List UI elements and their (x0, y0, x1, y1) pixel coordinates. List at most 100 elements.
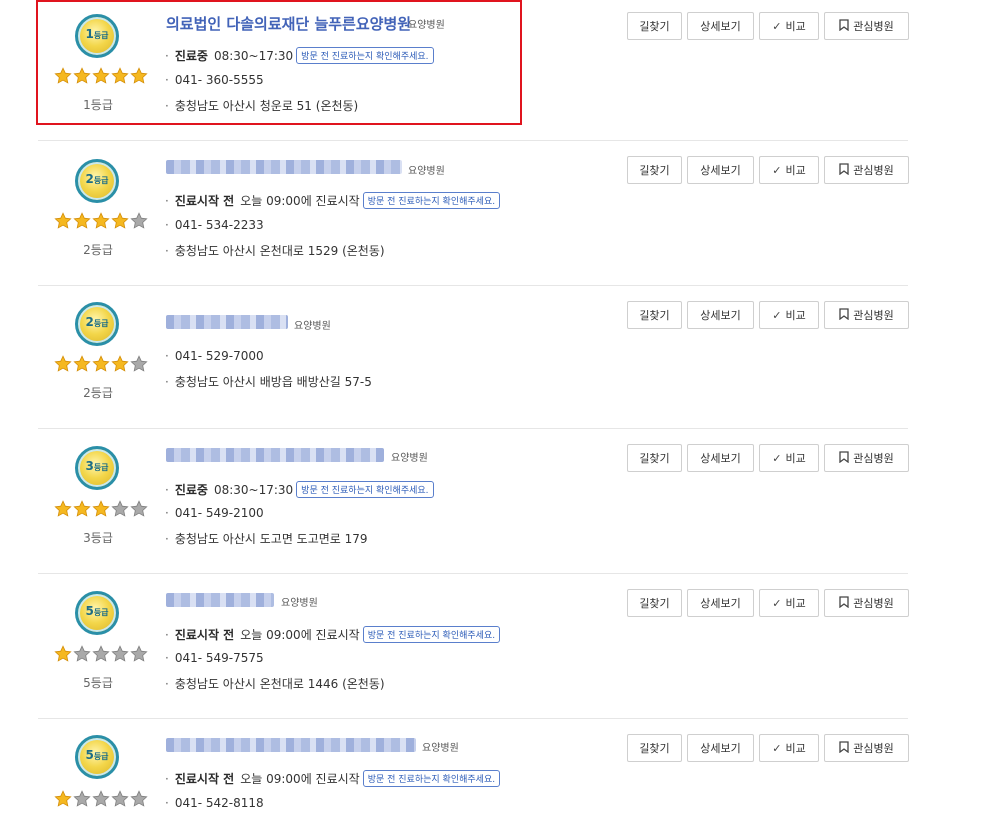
details-button[interactable]: 상세보기 (687, 12, 754, 40)
list-item: 1등급 1등급 의료법인 다솔의료재단 늘푸른요양병원 요양병원 · 진료중 08:… (38, 0, 909, 140)
hours-line: · 진료중 08:30~17:30 방문 전 진료하는지 확인해주세요. (165, 481, 434, 498)
compare-button[interactable]: ✓ 비교 (759, 734, 819, 762)
directions-button[interactable]: 길찾기 (627, 301, 682, 329)
action-buttons: 길찾기 상세보기 ✓ 비교 관심병원 (627, 589, 909, 617)
hours-text: 08:30~17:30 (213, 49, 294, 63)
address-line: · 충청남도 아산시 온천대로 1446 (온천동) (165, 677, 385, 691)
divider (38, 428, 908, 429)
details-button[interactable]: 상세보기 (687, 444, 754, 472)
bookmark-icon (839, 740, 849, 756)
check-icon: ✓ (772, 451, 782, 465)
star-filled-icon (111, 355, 129, 373)
favorite-button[interactable]: 관심병원 (824, 444, 909, 472)
address-text: 충청남도 아산시 도고면 도고면로 179 (174, 532, 368, 546)
hospital-name-redacted[interactable] (166, 160, 402, 174)
grade-label: 2등급 (83, 243, 113, 257)
address-text: 충청남도 아산시 온천대로 1446 (온천동) (174, 677, 385, 691)
star-empty-icon (73, 645, 91, 663)
phone-line: · 041- 534-2233 (165, 218, 264, 232)
star-empty-icon (130, 790, 148, 808)
details-button[interactable]: 상세보기 (687, 156, 754, 184)
directions-button[interactable]: 길찾기 (627, 12, 682, 40)
star-filled-icon (54, 790, 72, 808)
hospital-name-redacted[interactable] (166, 315, 288, 329)
check-icon: ✓ (772, 163, 782, 177)
phone-line: · 041- 549-7575 (165, 651, 264, 665)
divider (38, 140, 908, 141)
rating-stars (54, 500, 148, 518)
compare-button[interactable]: ✓ 비교 (759, 589, 819, 617)
star-empty-icon (111, 645, 129, 663)
favorite-button[interactable]: 관심병원 (824, 589, 909, 617)
favorite-button[interactable]: 관심병원 (824, 12, 909, 40)
check-icon: ✓ (772, 308, 782, 322)
phone-text: 041- 549-7575 (174, 651, 264, 665)
grade-label: 3등급 (83, 531, 113, 545)
notice-badge: 방문 전 진료하는지 확인해주세요. (296, 481, 434, 498)
details-button[interactable]: 상세보기 (687, 734, 754, 762)
compare-button[interactable]: ✓ 비교 (759, 156, 819, 184)
bookmark-icon (839, 18, 849, 34)
grade-medal-icon: 1등급 (75, 14, 119, 58)
grade-medal-icon: 2등급 (75, 159, 119, 203)
rating-stars (54, 790, 148, 808)
compare-button[interactable]: ✓ 비교 (759, 301, 819, 329)
compare-button[interactable]: ✓ 비교 (759, 12, 819, 40)
star-empty-icon (130, 645, 148, 663)
action-buttons: 길찾기 상세보기 ✓ 비교 관심병원 (627, 12, 909, 40)
grade-medal-icon: 3등급 (75, 446, 119, 490)
favorite-button[interactable]: 관심병원 (824, 734, 909, 762)
hours-text: 오늘 09:00에 진료시작 (240, 628, 360, 642)
star-filled-icon (54, 500, 72, 518)
list-item: 5등급 요양병원 · 진료시작 전 오늘 09:00에 진료시작 방문 전 진료하는지… (38, 723, 909, 822)
hours-line: · 진료시작 전 오늘 09:00에 진료시작 방문 전 진료하는지 확인해주세요. (165, 770, 501, 787)
status-text: 진료중 (174, 49, 208, 63)
grade-medal-icon: 5등급 (75, 591, 119, 635)
directions-button[interactable]: 길찾기 (627, 156, 682, 184)
star-filled-icon (54, 355, 72, 373)
star-filled-icon (92, 500, 110, 518)
hospital-type: 요양병원 (408, 20, 445, 31)
directions-button[interactable]: 길찾기 (627, 589, 682, 617)
hospital-type: 요양병원 (408, 166, 445, 177)
rating-stars (54, 212, 148, 230)
directions-button[interactable]: 길찾기 (627, 734, 682, 762)
notice-badge: 방문 전 진료하는지 확인해주세요. (362, 770, 501, 787)
notice-badge: 방문 전 진료하는지 확인해주세요. (362, 192, 501, 209)
action-buttons: 길찾기 상세보기 ✓ 비교 관심병원 (627, 301, 909, 329)
hospital-type: 요양병원 (422, 743, 459, 754)
status-text: 진료시작 전 (174, 628, 235, 642)
hospital-name-link[interactable]: 의료법인 다솔의료재단 늘푸른요양병원 (166, 13, 411, 34)
favorite-button[interactable]: 관심병원 (824, 156, 909, 184)
star-filled-icon (73, 67, 91, 85)
divider (38, 573, 908, 574)
star-empty-icon (130, 355, 148, 373)
details-button[interactable]: 상세보기 (687, 589, 754, 617)
star-filled-icon (54, 67, 72, 85)
status-text: 진료중 (174, 483, 208, 497)
phone-text: 041- 542-8118 (174, 796, 264, 810)
list-item: 2등급 2등급 요양병원 · 041- 529-7000 · 충청남도 아산시 배방… (38, 290, 909, 428)
grade-label: 2등급 (83, 386, 113, 400)
star-filled-icon (73, 355, 91, 373)
phone-line: · 041- 549-2100 (165, 506, 264, 520)
directions-button[interactable]: 길찾기 (627, 444, 682, 472)
hours-line: · 진료시작 전 오늘 09:00에 진료시작 방문 전 진료하는지 확인해주세요. (165, 626, 501, 643)
hours-text: 08:30~17:30 (213, 483, 294, 497)
star-empty-icon (73, 790, 91, 808)
grade-label: 5등급 (83, 676, 113, 690)
star-filled-icon (111, 67, 129, 85)
grade-medal-icon: 5등급 (75, 735, 119, 779)
hospital-name-redacted[interactable] (166, 593, 274, 607)
hours-line: · 진료중 08:30~17:30 방문 전 진료하는지 확인해주세요. (165, 47, 434, 64)
hospital-name-redacted[interactable] (166, 738, 416, 752)
rating-stars (54, 355, 148, 373)
status-text: 진료시작 전 (174, 772, 235, 786)
hospital-name-redacted[interactable] (166, 448, 384, 462)
star-empty-icon (92, 645, 110, 663)
compare-button[interactable]: ✓ 비교 (759, 444, 819, 472)
favorite-button[interactable]: 관심병원 (824, 301, 909, 329)
notice-badge: 방문 전 진료하는지 확인해주세요. (296, 47, 434, 64)
details-button[interactable]: 상세보기 (687, 301, 754, 329)
phone-line: · 041- 360-5555 (165, 73, 264, 87)
